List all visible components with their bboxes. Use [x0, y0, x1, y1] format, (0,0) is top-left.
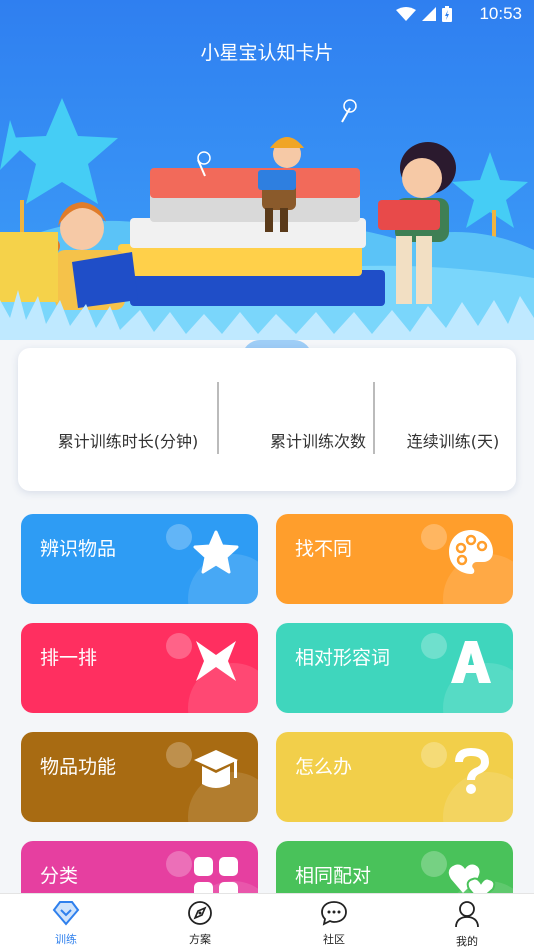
- tab-training[interactable]: 训练: [26, 900, 106, 947]
- tile-label: 相对形容词: [295, 647, 391, 669]
- bottom-tab-bar: 训练 方案 社区 我的: [0, 893, 534, 950]
- star-icon: [193, 530, 239, 574]
- status-time: 10:53: [479, 4, 522, 23]
- diamond-heart-icon: [52, 901, 80, 926]
- battery-icon: [442, 6, 452, 22]
- tile-object-function[interactable]: 物品功能: [21, 732, 258, 822]
- training-stats-card: 累计训练时长(分钟) 累计训练次数 连续训练(天): [18, 348, 516, 491]
- stat-total-duration-label: 累计训练时长(分钟): [57, 432, 199, 451]
- tile-what-to-do[interactable]: 怎么办: [276, 732, 513, 822]
- tile-identify-objects[interactable]: 辨识物品: [21, 514, 258, 604]
- tile-sequence[interactable]: 排一排: [21, 623, 258, 713]
- tile-label: 排一排: [40, 647, 98, 669]
- tab-label: 我的: [456, 935, 478, 948]
- letter-a-icon: [451, 641, 491, 683]
- bowtie-icon: [196, 641, 236, 681]
- stat-streak-days-label: 连续训练(天): [406, 432, 500, 451]
- palette-icon: [449, 530, 493, 574]
- tab-label: 社区: [323, 933, 345, 946]
- compass-icon: [188, 901, 212, 925]
- tab-mine[interactable]: 我的: [427, 900, 507, 949]
- wifi-icon: [396, 7, 416, 21]
- signal-icon: [422, 7, 436, 21]
- tile-label: 找不同: [295, 538, 353, 560]
- graduation-cap-icon: [194, 750, 238, 788]
- chat-bubble-icon: [321, 901, 347, 926]
- tab-label: 方案: [189, 933, 211, 946]
- tile-label: 怎么办: [295, 756, 353, 778]
- tab-plan[interactable]: 方案: [160, 900, 240, 947]
- tile-relative-adjectives[interactable]: 相对形容词: [276, 623, 513, 713]
- tile-label: 相同配对: [295, 865, 372, 887]
- question-mark-icon: [455, 748, 489, 794]
- tab-label: 训练: [55, 933, 77, 946]
- status-icons: [396, 6, 452, 22]
- stat-total-count-label: 累计训练次数: [269, 432, 366, 451]
- tile-label: 物品功能: [40, 756, 117, 778]
- header-banner: 10:53 小星宝认知卡片: [0, 0, 534, 340]
- tab-community[interactable]: 社区: [294, 900, 374, 947]
- tile-label: 辨识物品: [40, 538, 117, 560]
- page-title: 小星宝认知卡片: [200, 42, 334, 64]
- tile-find-differences[interactable]: 找不同: [276, 514, 513, 604]
- person-icon: [455, 901, 479, 928]
- tile-label: 分类: [40, 865, 79, 887]
- status-bar: 10:53: [0, 0, 534, 28]
